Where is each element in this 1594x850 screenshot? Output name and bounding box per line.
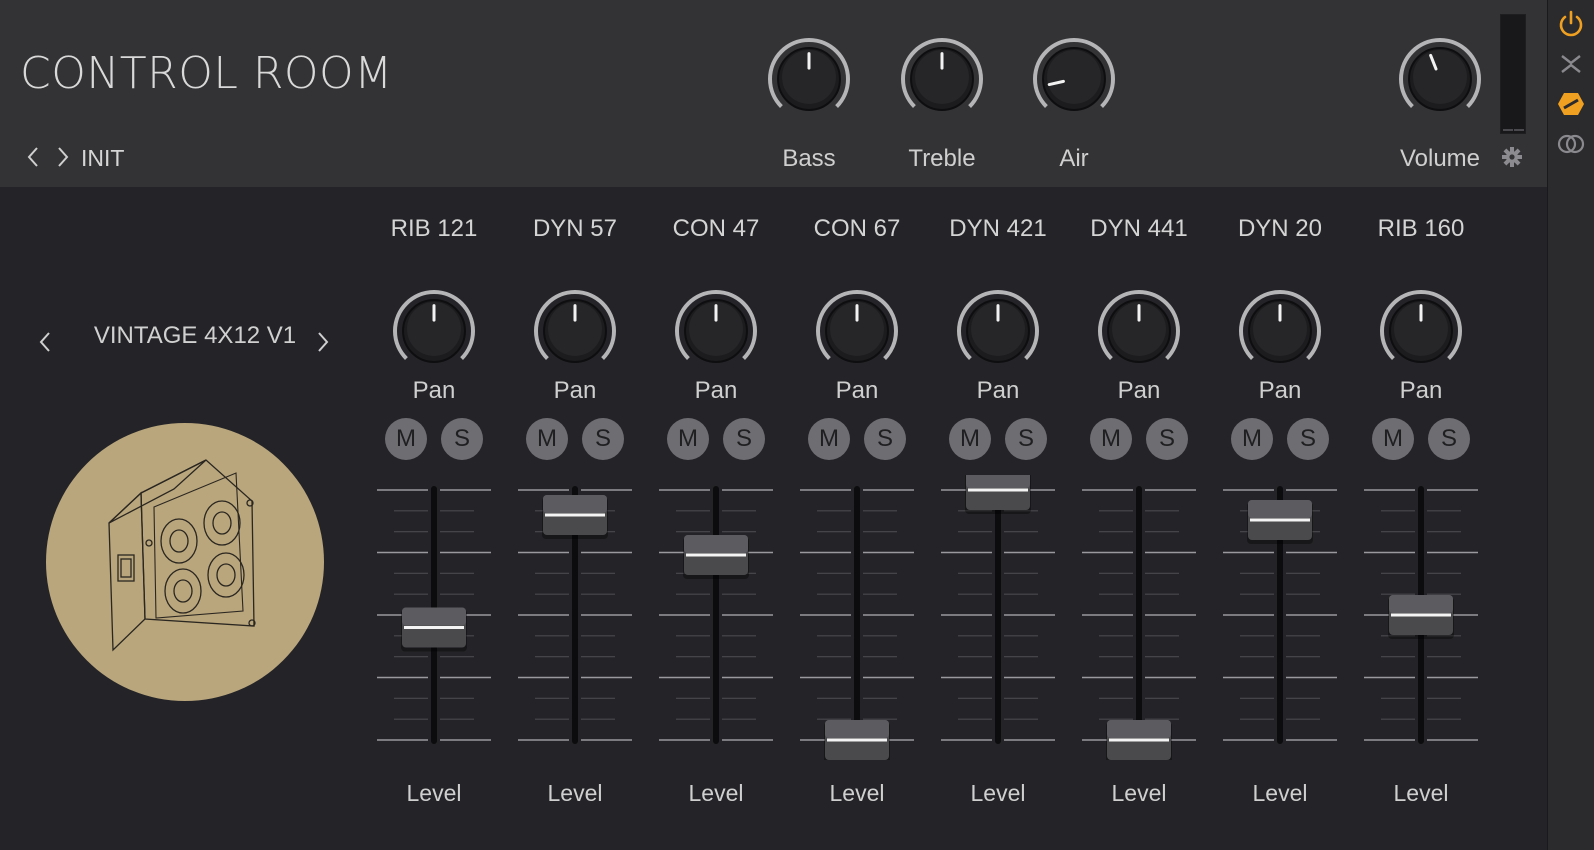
solo-button[interactable]: S [582,418,624,460]
mute-button[interactable]: M [385,418,427,460]
solo-button[interactable]: S [1005,418,1047,460]
bass-knob-label: Bass [782,145,836,172]
pan-label: Pan [1258,377,1302,404]
mute-button[interactable]: M [808,418,850,460]
fader-cap[interactable] [1106,720,1172,760]
pan-knob[interactable] [532,288,618,379]
header-panel: CONTROL ROOM INIT Bass Treble Air Volume [0,0,1547,187]
level-label: Level [406,780,462,806]
channel-name: CON 67 [813,215,901,242]
solo-button[interactable]: S [723,418,765,460]
level-fader[interactable] [659,475,773,760]
mute-button[interactable]: M [1090,418,1132,460]
solo-button[interactable]: S [864,418,906,460]
plugin-title: CONTROL ROOM [20,48,393,99]
mute-button[interactable]: M [1231,418,1273,460]
pan-label: Pan [694,377,738,404]
collapse-icon[interactable] [1555,48,1587,80]
channel-name: RIB 121 [390,215,478,242]
fader-cap[interactable] [542,495,608,539]
volume-knob[interactable] [1397,36,1483,127]
cabinet-name[interactable]: VINTAGE 4X12 V1 [78,322,312,350]
channel-name: RIB 160 [1377,215,1465,242]
solo-button[interactable]: S [1428,418,1470,460]
pan-knob[interactable] [1237,288,1323,379]
solo-button[interactable]: S [1146,418,1188,460]
level-fader[interactable] [941,475,1055,760]
prev-preset-icon[interactable] [26,146,40,168]
treble-knob[interactable] [899,36,985,127]
fader-cap[interactable] [683,535,749,579]
level-fader[interactable] [377,475,491,760]
treble-knob-label: Treble [908,145,976,172]
fader-cap[interactable] [1388,595,1454,639]
level-label: Level [688,780,744,806]
channel-name: CON 47 [672,215,760,242]
solo-button[interactable]: S [1287,418,1329,460]
level-label: Level [547,780,603,806]
level-fader[interactable] [1364,475,1478,760]
output-meter [1500,14,1526,134]
bypass-hex-icon[interactable] [1555,88,1587,120]
gear-icon[interactable] [1501,146,1523,168]
pan-knob[interactable] [1096,288,1182,379]
preset-name[interactable]: INIT [81,145,124,172]
level-label: Level [970,780,1026,806]
mute-button[interactable]: M [667,418,709,460]
link-rings-icon[interactable] [1555,128,1587,160]
pan-knob[interactable] [673,288,759,379]
solo-button[interactable]: S [441,418,483,460]
pan-label: Pan [1399,377,1443,404]
pan-knob[interactable] [1378,288,1464,379]
cabinet-image [46,423,324,701]
pan-label: Pan [1117,377,1161,404]
channel-name: DYN 441 [1090,215,1188,242]
mute-button[interactable]: M [949,418,991,460]
level-fader[interactable] [1223,475,1337,760]
pan-knob[interactable] [391,288,477,379]
level-label: Level [1111,780,1167,806]
level-fader[interactable] [800,475,914,760]
pan-label: Pan [835,377,879,404]
next-preset-icon[interactable] [56,146,70,168]
air-knob[interactable] [1031,36,1117,127]
channel-name: DYN 421 [949,215,1047,242]
prev-cabinet-icon[interactable] [38,331,52,353]
pan-knob[interactable] [955,288,1041,379]
fader-cap[interactable] [965,475,1031,514]
level-label: Level [829,780,885,806]
mute-button[interactable]: M [526,418,568,460]
air-knob-label: Air [1059,145,1089,172]
channel-name: DYN 57 [532,215,618,242]
speaker-cabinet-icon [108,459,256,652]
level-fader[interactable] [1082,475,1196,760]
fader-cap[interactable] [401,607,467,652]
level-fader[interactable] [518,475,632,760]
next-cabinet-icon[interactable] [316,331,330,353]
pan-label: Pan [976,377,1020,404]
pan-label: Pan [553,377,597,404]
pan-label: Pan [412,377,456,404]
fader-cap[interactable] [1247,500,1313,544]
pan-knob[interactable] [814,288,900,379]
fader-cap[interactable] [824,720,890,760]
channel-name: DYN 20 [1237,215,1323,242]
level-label: Level [1393,780,1449,806]
power-icon[interactable] [1555,8,1587,40]
bass-knob[interactable] [766,36,852,127]
mute-button[interactable]: M [1372,418,1414,460]
volume-knob-label: Volume [1399,145,1481,172]
level-label: Level [1252,780,1308,806]
